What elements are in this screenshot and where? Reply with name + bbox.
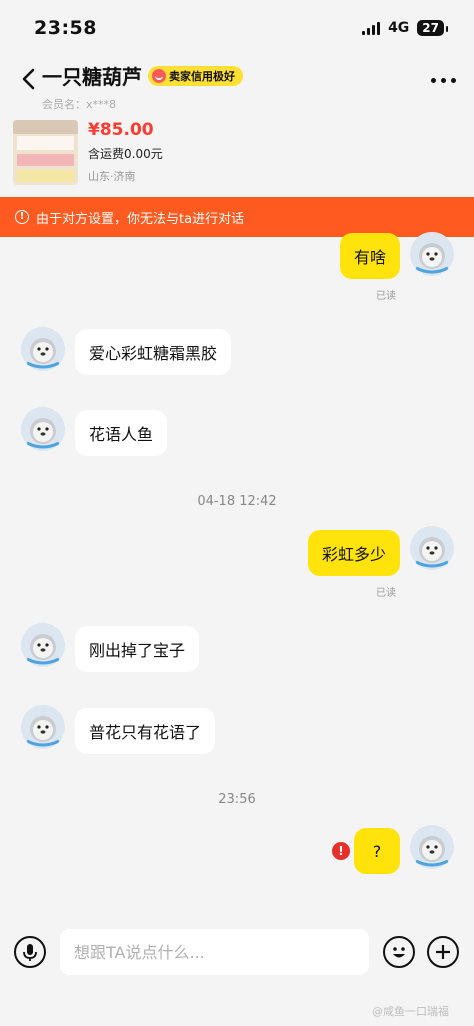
seller-name: 一只糖葫芦 xyxy=(42,65,142,89)
my-avatar[interactable] xyxy=(410,232,454,276)
credit-badge-label: 卖家信用极好 xyxy=(169,69,235,83)
seller-avatar[interactable] xyxy=(21,705,65,749)
product-price: ¥85.00 xyxy=(88,120,154,140)
back-arrow-icon[interactable] xyxy=(20,68,40,90)
battery-icon: 27 xyxy=(417,20,448,36)
timestamp-divider: 23:56 xyxy=(218,792,256,807)
seller-avatar[interactable] xyxy=(21,623,65,667)
send-failed-icon[interactable]: ! xyxy=(332,842,350,860)
product-location: 山东·济南 xyxy=(88,170,136,183)
status-time: 23:58 xyxy=(34,17,97,39)
microphone-icon[interactable] xyxy=(14,936,46,968)
status-indicators: 4G 27 xyxy=(362,20,448,36)
emoji-icon[interactable] xyxy=(383,936,415,968)
message-input[interactable] xyxy=(60,929,369,975)
status-bar: 23:58 4G 27 xyxy=(0,0,474,56)
message-bubble-outgoing[interactable]: ? xyxy=(354,828,400,874)
product-card[interactable]: ¥85.00 含运费0.00元 山东·济南 xyxy=(0,112,474,194)
message-bubble-outgoing[interactable]: 彩虹多少 xyxy=(307,530,400,576)
my-avatar[interactable] xyxy=(410,825,454,869)
read-receipt: 已读 xyxy=(376,588,396,599)
product-thumbnail[interactable] xyxy=(13,120,78,185)
plus-icon[interactable] xyxy=(427,936,459,968)
read-receipt: 已读 xyxy=(376,291,396,302)
message-bubble-incoming[interactable]: 普花只有花语了 xyxy=(75,708,216,754)
network-label: 4G xyxy=(388,20,410,36)
watermark: @咸鱼一口瑞福 xyxy=(372,1005,449,1018)
message-bubble-outgoing[interactable]: 有啥 xyxy=(339,233,400,279)
seller-info[interactable]: 一只糖葫芦 卖家信用极好 会员名：x***8 xyxy=(42,61,243,112)
notice-text: 由于对方设置，你无法与ta进行对话 xyxy=(36,211,245,227)
input-bar xyxy=(0,920,474,986)
message-bubble-incoming[interactable]: 爱心彩虹糖霜黑胶 xyxy=(75,329,232,375)
alert-icon: ! xyxy=(15,210,29,224)
message-bubble-incoming[interactable]: 刚出掉了宝子 xyxy=(75,626,200,672)
more-icon[interactable] xyxy=(431,78,456,83)
blocked-notice: ! 由于对方设置，你无法与ta进行对话 xyxy=(0,197,474,237)
seller-avatar[interactable] xyxy=(21,407,65,451)
signal-icon xyxy=(362,21,381,35)
my-avatar[interactable] xyxy=(410,526,454,570)
credit-badge: 卖家信用极好 xyxy=(148,65,243,86)
chat-header: 一只糖葫芦 卖家信用极好 会员名：x***8 xyxy=(0,56,474,111)
smile-icon xyxy=(152,68,166,83)
seller-avatar[interactable] xyxy=(21,327,65,371)
message-bubble-incoming[interactable]: 花语人鱼 xyxy=(75,410,168,456)
timestamp-divider: 04-18 12:42 xyxy=(197,494,277,509)
member-name: 会员名：x***8 xyxy=(42,98,117,111)
product-shipping: 含运费0.00元 xyxy=(88,147,163,161)
